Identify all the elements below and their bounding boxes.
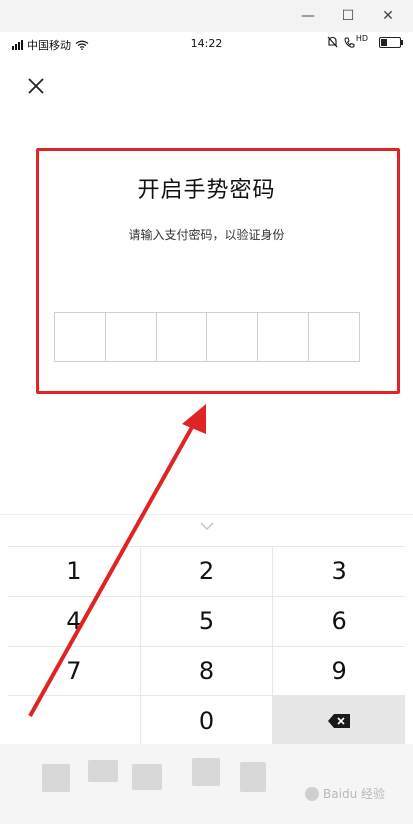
key-blank [8, 696, 140, 745]
pin-cell[interactable] [309, 313, 359, 361]
numeric-keypad: 1 2 3 4 5 6 7 8 9 0 [8, 546, 405, 745]
close-icon[interactable] [24, 74, 48, 98]
key-8[interactable]: 8 [140, 646, 273, 696]
delete-key[interactable] [273, 696, 405, 745]
watermark-text: Baidu 经验 [323, 787, 385, 801]
backspace-icon [328, 713, 351, 728]
watermark: Baidu 经验 [305, 785, 385, 802]
minimize-icon: — [301, 8, 315, 24]
blur-block [88, 760, 118, 782]
page-subtitle: 请输入支付密码，以验证身份 [128, 228, 285, 242]
phone-icon [344, 37, 355, 48]
pin-cell[interactable] [207, 313, 259, 361]
pin-input[interactable] [54, 312, 360, 362]
window-titlebar: — ☐ ✕ [0, 0, 413, 32]
key-7[interactable]: 7 [8, 646, 140, 696]
blur-block [192, 758, 220, 786]
pin-cell[interactable] [258, 313, 310, 361]
chevron-down-icon[interactable] [198, 520, 216, 532]
bell-mute-icon [327, 36, 338, 48]
status-right: HD [327, 33, 403, 48]
window-close-icon: ✕ [382, 8, 394, 24]
pin-cell[interactable] [106, 313, 157, 361]
pin-cell[interactable] [157, 313, 208, 361]
blur-block [240, 762, 266, 792]
minimize-button[interactable]: — [298, 6, 318, 26]
pin-cell[interactable] [55, 313, 106, 361]
page-title: 开启手势密码 [137, 178, 276, 203]
paw-icon [305, 786, 320, 801]
maximize-icon: ☐ [341, 8, 355, 24]
key-4[interactable]: 4 [8, 596, 140, 646]
blur-block [42, 764, 70, 792]
blurred-footer: Baidu 经验 [0, 744, 413, 824]
window-close-button[interactable]: ✕ [378, 6, 398, 26]
hd-badge: HD [355, 33, 368, 43]
blur-block [132, 764, 162, 790]
status-bar: 中国移动 14:22 HD [0, 32, 413, 56]
maximize-button[interactable]: ☐ [338, 6, 358, 26]
key-6[interactable]: 6 [273, 596, 405, 646]
key-0[interactable]: 0 [140, 696, 273, 745]
key-2[interactable]: 2 [140, 547, 273, 596]
battery-icon [379, 36, 403, 48]
key-1[interactable]: 1 [8, 547, 140, 596]
key-3[interactable]: 3 [273, 547, 405, 596]
key-5[interactable]: 5 [140, 596, 273, 646]
key-9[interactable]: 9 [273, 646, 405, 696]
